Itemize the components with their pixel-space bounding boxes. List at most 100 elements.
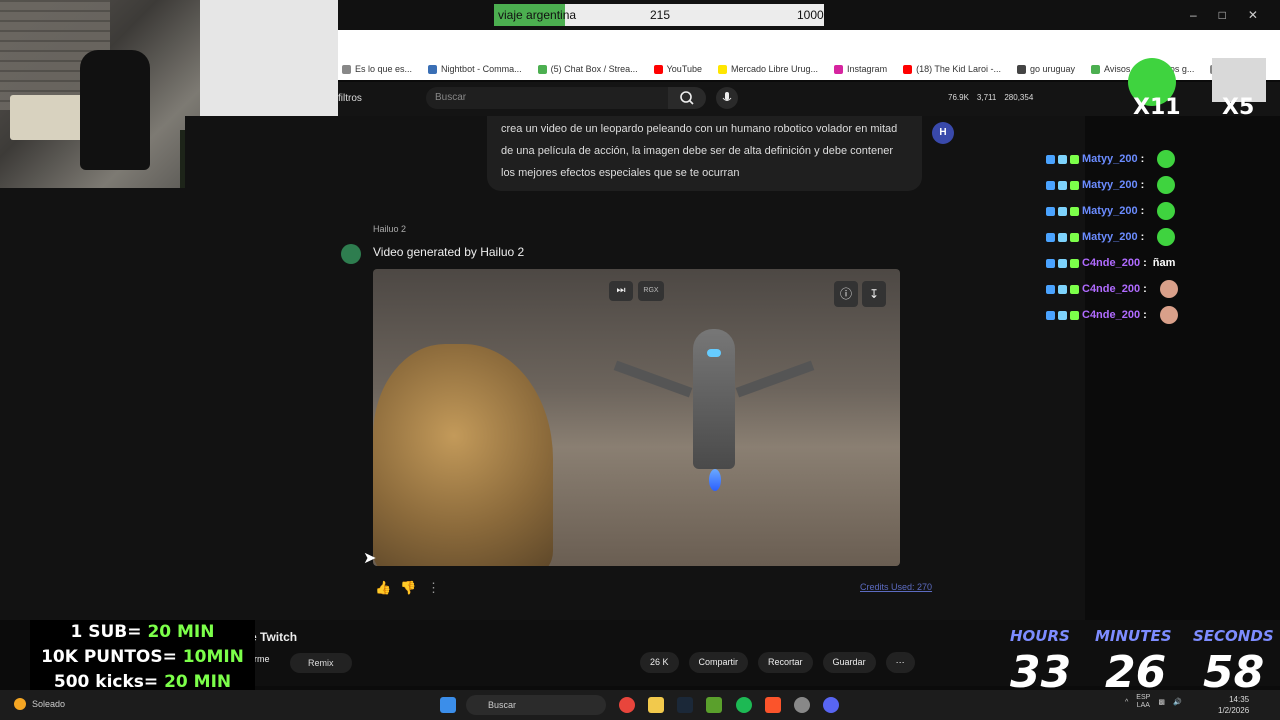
clock[interactable]: 14:35 1/2/2026 [1218, 694, 1249, 716]
thumbs-down-icon[interactable]: 👎 [400, 580, 416, 596]
chat-username: C4nde_200 [1082, 309, 1141, 321]
chat-separator: : [1140, 205, 1145, 217]
chat-separator: : [1140, 231, 1145, 243]
chat-badge-icon [1058, 206, 1067, 216]
volume-icon[interactable]: 🔊 [1173, 698, 1182, 706]
folder-icon[interactable] [648, 697, 664, 713]
chrome-icon[interactable] [619, 697, 635, 713]
chat-message: Matyy_200 : [1046, 198, 1226, 224]
mic-icon[interactable] [716, 87, 738, 109]
chat-badge-icon [1070, 154, 1079, 164]
share-button[interactable]: Compartir [688, 652, 749, 673]
search-icon[interactable] [668, 87, 706, 109]
bookmark-favicon-icon [1016, 64, 1026, 74]
emote-counter-meme: X5 [1222, 95, 1255, 120]
bookmark-favicon-icon [903, 64, 913, 74]
bookmark-item[interactable]: Instagram [834, 64, 887, 74]
brave-icon[interactable] [765, 697, 781, 713]
chat-username: C4nde_200 [1082, 257, 1141, 269]
generated-video[interactable] [373, 269, 900, 566]
chat-message: Matyy_200 : [1046, 172, 1226, 198]
spotify-icon[interactable] [736, 697, 752, 713]
chat-badge-icon [1046, 206, 1055, 216]
bookmark-label: Nightbot - Comma... [441, 64, 522, 74]
settings-icon[interactable] [794, 697, 810, 713]
windows-start-icon[interactable] [440, 697, 456, 713]
bookmark-item[interactable]: Es lo que es... [342, 64, 412, 74]
chat-username: Matyy_200 [1082, 231, 1138, 243]
discord-icon[interactable] [823, 697, 839, 713]
chat-separator: : [1143, 309, 1147, 321]
chat-badge-icon [1046, 154, 1055, 164]
chat-badge-icon [1046, 258, 1055, 268]
chat-username: C4nde_200 [1082, 283, 1141, 295]
network-icon[interactable]: ▩ [1158, 698, 1165, 706]
chat-badge-icon [1046, 310, 1055, 320]
chevron-up-icon[interactable]: ^ [1125, 699, 1128, 706]
info-icon[interactable]: ⓘ [834, 281, 858, 307]
chat-badge-icon [1070, 232, 1079, 242]
bookmark-item[interactable]: (5) Chat Box / Strea... [537, 64, 638, 74]
user-prompt: crea un video de un leopardo peleando co… [487, 116, 922, 191]
bookmark-label: YouTube [666, 64, 702, 74]
chat-badge-icon [1058, 154, 1067, 164]
chat-message: C4nde_200 : ñam [1046, 250, 1226, 276]
more-options-icon[interactable]: ⋮ [427, 580, 440, 596]
chat-emote-icon [1159, 306, 1178, 324]
chat-emote-icon [1157, 228, 1176, 246]
chat-separator: : [1140, 179, 1145, 191]
chat-separator: : [1143, 283, 1147, 295]
save-button[interactable]: Guardar [822, 652, 876, 673]
skip-icon[interactable]: ⏭ [609, 281, 633, 301]
bookmark-label: Mercado Libre Urug... [731, 64, 819, 74]
bot-avatar [341, 244, 361, 264]
chat-badge-icon [1046, 284, 1055, 294]
bookmark-item[interactable]: Nightbot - Comma... [428, 64, 522, 74]
credits-used[interactable]: Credits Used: 270 [860, 582, 932, 592]
steam-icon[interactable] [677, 697, 693, 713]
system-tray[interactable]: ^ ESP LAA ▩ 🔊 [1125, 694, 1182, 710]
weather-widget[interactable]: Soleado [14, 698, 65, 710]
chat-username: Matyy_200 [1082, 205, 1138, 217]
bookmark-favicon-icon [653, 64, 663, 74]
clip-button[interactable]: Recortar [758, 652, 813, 673]
model-name: Hailuo 2 [373, 224, 407, 234]
bookmark-favicon-icon [537, 64, 547, 74]
taskbar-search[interactable]: Buscar [466, 695, 606, 715]
chat-emote-icon [1159, 280, 1178, 298]
bookmark-favicon-icon [718, 64, 727, 74]
chat-separator: : [1143, 257, 1147, 269]
chat-separator: : [1140, 153, 1145, 165]
minutes-label: MINUTES [1095, 627, 1172, 645]
chat-badge-icon [1070, 258, 1079, 268]
address-bar[interactable] [338, 30, 1280, 58]
bookmark-favicon-icon [428, 64, 438, 74]
chat-username: Matyy_200 [1082, 179, 1138, 191]
stat-1: 3,711 [976, 93, 997, 102]
window-controls[interactable]: –□✕ [1190, 8, 1280, 22]
remix-button[interactable]: Remix [290, 653, 352, 673]
hours-label: HOURS [1010, 627, 1070, 645]
bookmark-item[interactable]: (18) The Kid Laroi -... [903, 64, 1001, 74]
filters-button[interactable]: filtros [338, 93, 362, 104]
chat-message: Matyy_200 : [1046, 146, 1226, 172]
like-count[interactable]: 26 K [640, 652, 679, 673]
stat-0: 76.9K [948, 93, 969, 102]
chat-badge-icon [1070, 310, 1079, 320]
rgx-button[interactable]: RGX [638, 281, 664, 301]
bookmark-label: (5) Chat Box / Strea... [550, 64, 638, 74]
mouse-cursor-icon: ➤ [363, 550, 377, 567]
language-indicator[interactable]: ESP LAA [1136, 694, 1150, 710]
points-rule: 10K PUNTOS= 10MIN [41, 647, 244, 667]
emote-counter-frog: X11 [1133, 95, 1181, 120]
bookmark-item[interactable]: YouTube [653, 64, 702, 74]
minecraft-icon[interactable] [706, 697, 722, 713]
stream-chat-overlay: Matyy_200 : Matyy_200 : Matyy_200 : Matyy_2… [1046, 146, 1226, 328]
thumbs-up-icon[interactable]: 👍 [375, 580, 391, 596]
bookmark-item[interactable]: Mercado Libre Urug... [718, 64, 818, 74]
bookmark-item[interactable]: go uruguay [1016, 64, 1075, 74]
chat-badge-icon [1058, 232, 1067, 242]
more-icon[interactable]: ⋯ [885, 652, 915, 673]
search-input[interactable]: Buscar [426, 87, 668, 109]
download-icon[interactable]: ↧ [862, 281, 886, 307]
